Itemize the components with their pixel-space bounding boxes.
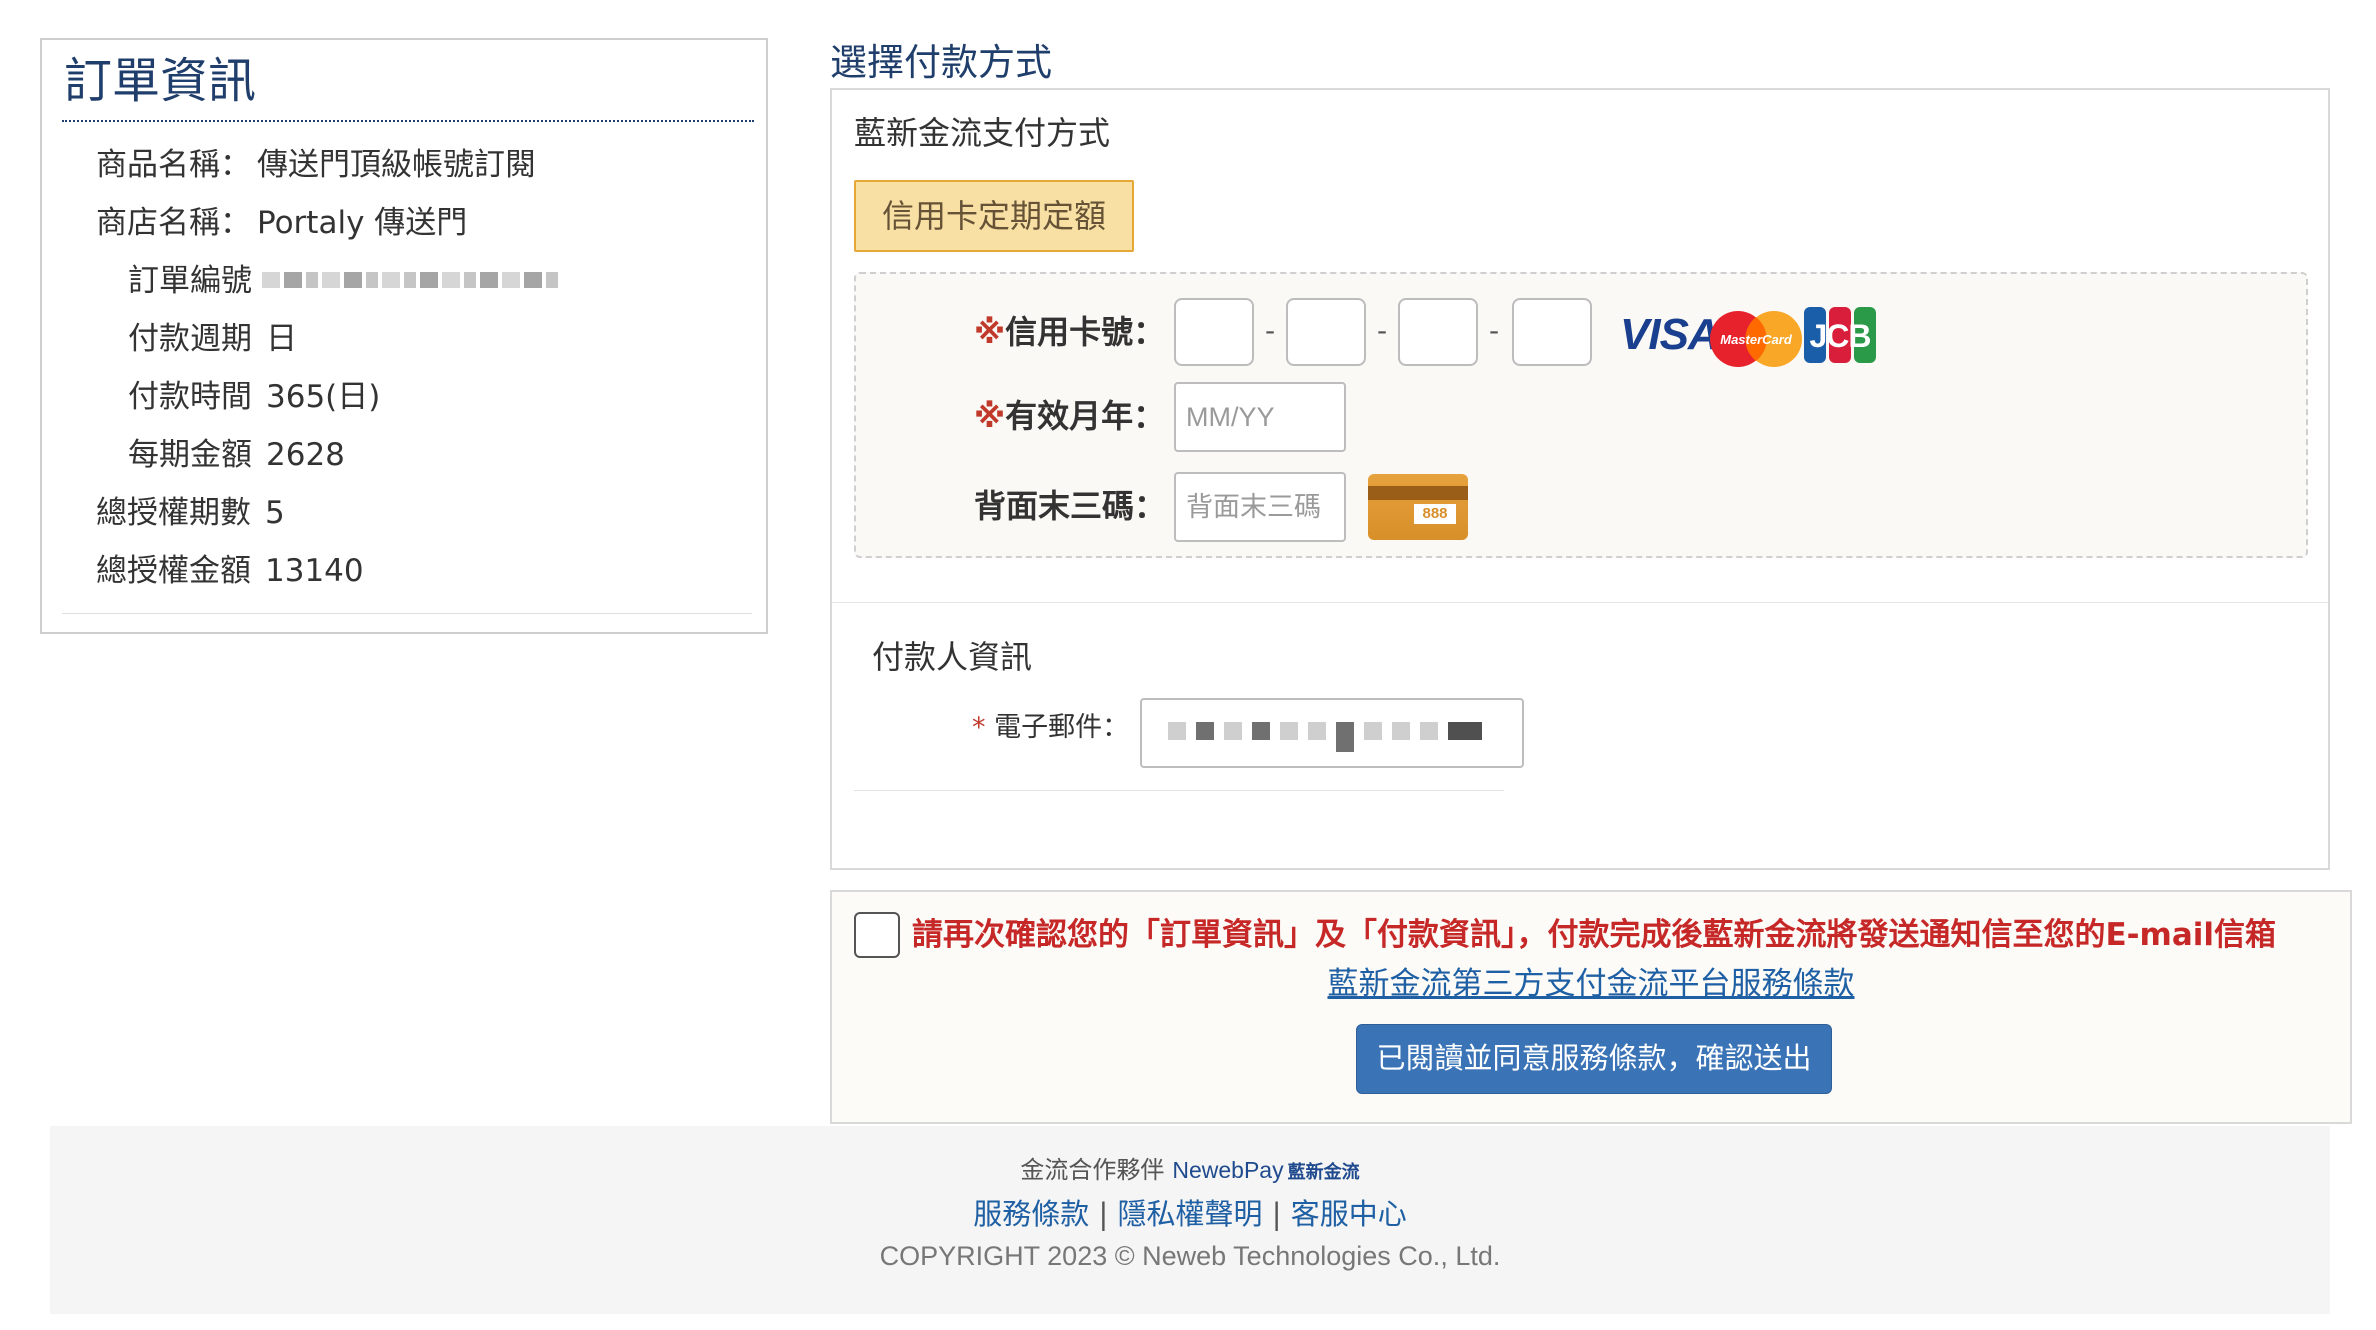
expiry-input[interactable]	[1174, 382, 1346, 452]
submit-button[interactable]: 已閱讀並同意服務條款，確認送出	[1356, 1024, 1832, 1094]
order-divider	[62, 613, 752, 614]
card-number-input-1[interactable]	[1174, 298, 1254, 366]
expiry-label: 有效月年：	[1005, 397, 1166, 435]
required-mark: *	[972, 712, 986, 743]
card-number-input-4[interactable]	[1512, 298, 1592, 366]
confirm-checkbox[interactable]	[854, 912, 900, 958]
card-number-input-2[interactable]	[1286, 298, 1366, 366]
store-name-value: Portaly 傳送門	[257, 205, 468, 241]
order-number-label: 訂單編號	[128, 263, 252, 299]
total-periods-label: 總授權期數	[96, 495, 251, 531]
footer-links: 服務條款 | 隱私權聲明 | 客服中心	[50, 1194, 2330, 1234]
store-name-label: 商店名稱：	[96, 205, 251, 241]
payment-method-heading: 選擇付款方式	[830, 41, 1052, 84]
card-number-label: 信用卡號：	[1005, 313, 1166, 351]
order-row-store: 商店名稱： Portaly 傳送門	[96, 194, 467, 252]
payer-info-title: 付款人資訊	[872, 638, 1033, 676]
card-number-label-wrap: ※信用卡號：	[974, 312, 1165, 352]
total-amount-label: 總授權金額	[96, 553, 251, 589]
product-name-label: 商品名稱：	[96, 147, 251, 183]
email-divider	[854, 790, 1504, 791]
newebpay-logo-icon: NewebPay	[1172, 1157, 1284, 1183]
mastercard-logo-icon: MasterCard	[1710, 311, 1802, 367]
product-name-value: 傳送門頂級帳號訂閱	[257, 147, 536, 183]
footer-link-separator: |	[1271, 1197, 1282, 1231]
card-number-separator: -	[1377, 314, 1388, 347]
email-label-wrap: * 電子郵件：	[972, 708, 1129, 748]
partner-row: 金流合作夥伴 NewebPay 藍新金流	[50, 1152, 2330, 1191]
order-info-title: 訂單資訊	[62, 54, 754, 122]
payment-cycle-value: 日	[266, 321, 297, 357]
per-period-amount-value: 2628	[266, 437, 345, 473]
footer-link-privacy[interactable]: 隱私權聲明	[1117, 1197, 1262, 1231]
card-number-separator: -	[1265, 314, 1276, 347]
card-number-separator: -	[1489, 314, 1500, 347]
payment-time-label: 付款時間	[128, 379, 252, 415]
order-row-product: 商品名稱： 傳送門頂級帳號訂閱	[96, 136, 536, 194]
total-periods-value: 5	[265, 495, 285, 531]
email-label: 電子郵件：	[994, 712, 1130, 743]
payment-cycle-label: 付款週期	[128, 321, 252, 357]
footer-link-terms[interactable]: 服務條款	[973, 1197, 1089, 1231]
credit-card-form: ※信用卡號： - - - VISA MasterCard JCB ※有效月年：	[854, 272, 2308, 558]
cvv-label-wrap: 背面末三碼：	[974, 486, 1166, 526]
order-row-total-periods: 總授權期數 5	[96, 484, 285, 542]
visa-logo-icon: VISA	[1620, 310, 1720, 359]
confirm-box: 請再次確認您的「訂單資訊」及「付款資訊」，付款完成後藍新金流將發送通知信至您的E…	[830, 890, 2352, 1124]
order-row-total-amount: 總授權金額 13140	[96, 542, 364, 600]
jcb-text: JCB	[1809, 318, 1870, 354]
jcb-logo-icon: JCB	[1804, 307, 1876, 363]
required-mark: ※	[974, 313, 1006, 351]
order-row-order-number: 訂單編號	[128, 252, 558, 310]
cvv-card-icon: 888	[1368, 474, 1468, 540]
mastercard-text: MasterCard	[1720, 332, 1793, 347]
per-period-amount-label: 每期金額	[128, 437, 252, 473]
payment-box: 藍新金流支付方式 信用卡定期定額 ※信用卡號： - - - VISA Maste…	[830, 88, 2330, 870]
required-mark: ※	[974, 397, 1006, 435]
newebpay-logo-cn: 藍新金流	[1287, 1162, 1360, 1183]
order-row-payment-time: 付款時間 365(日)	[128, 368, 380, 426]
footer-link-separator: |	[1098, 1197, 1109, 1231]
terms-link[interactable]: 藍新金流第三方支付金流平台服務條款	[832, 962, 2350, 1006]
partner-label: 金流合作夥伴	[1020, 1156, 1165, 1184]
footer: 金流合作夥伴 NewebPay 藍新金流 服務條款 | 隱私權聲明 | 客服中心 C…	[50, 1126, 2330, 1314]
cvv-card-number: 888	[1414, 504, 1456, 524]
footer-link-support[interactable]: 客服中心	[1291, 1197, 1407, 1231]
order-row-per-period-amount: 每期金額 2628	[128, 426, 345, 484]
tab-credit-card-recurring[interactable]: 信用卡定期定額	[854, 180, 1134, 252]
cvv-label: 背面末三碼：	[974, 487, 1167, 525]
card-number-input-3[interactable]	[1398, 298, 1478, 366]
copyright-text: COPYRIGHT 2023 © Neweb Technologies Co.,…	[879, 1241, 1501, 1271]
email-input[interactable]	[1140, 698, 1524, 768]
payment-divider	[832, 602, 2328, 603]
total-amount-value: 13140	[265, 553, 364, 589]
order-row-payment-cycle: 付款週期日	[128, 310, 297, 368]
cvv-input[interactable]	[1174, 472, 1346, 542]
order-number-redacted	[261, 271, 558, 288]
payment-time-value: 365(日)	[266, 379, 381, 415]
terms-link-text[interactable]: 藍新金流第三方支付金流平台服務條款	[1328, 966, 1855, 1002]
payment-subheading: 藍新金流支付方式	[854, 114, 1111, 152]
order-info-panel: 訂單資訊 商品名稱： 傳送門頂級帳號訂閱 商店名稱： Portaly 傳送門 訂單編…	[40, 38, 768, 634]
email-redacted	[1168, 722, 1482, 752]
expiry-label-wrap: ※有效月年：	[974, 396, 1165, 436]
confirm-warning-text: 請再次確認您的「訂單資訊」及「付款資訊」，付款完成後藍新金流將發送通知信至您的E…	[912, 917, 2277, 953]
